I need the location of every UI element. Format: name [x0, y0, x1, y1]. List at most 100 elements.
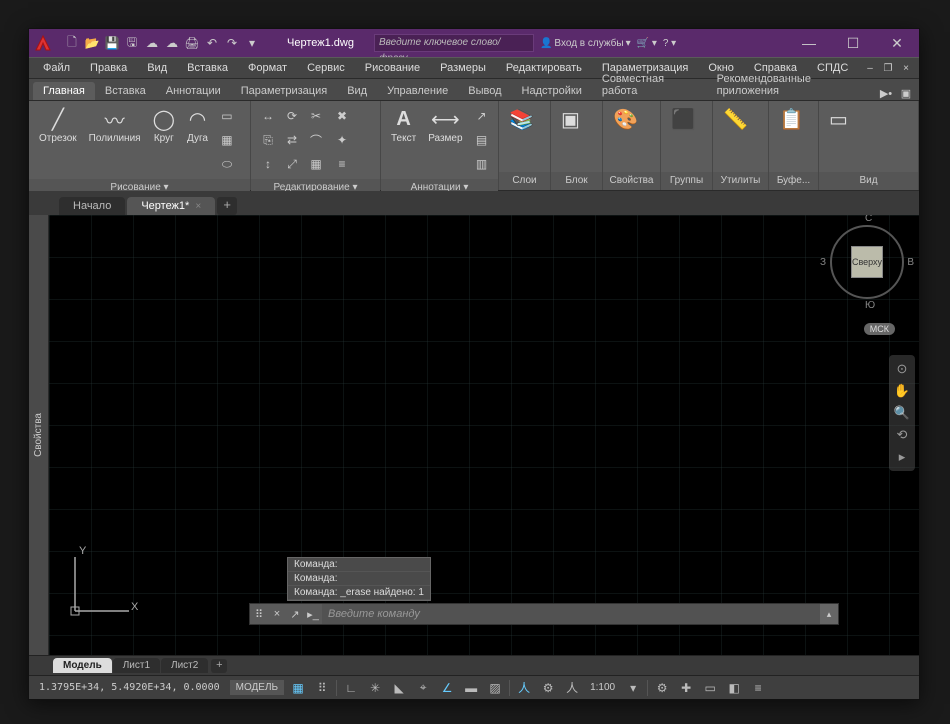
undo-icon[interactable]: ↶: [203, 34, 221, 52]
table-icon[interactable]: ▤: [471, 129, 493, 151]
panel-utilities-title[interactable]: Утилиты: [713, 172, 768, 190]
nav-orbit-icon[interactable]: ⟲: [897, 427, 908, 443]
ribbon-tab-output[interactable]: Вывод: [458, 82, 511, 100]
dimension-button[interactable]: ⟷Размер: [424, 105, 466, 146]
ribbon-tab-manage[interactable]: Управление: [377, 82, 458, 100]
otrack-toggle-icon[interactable]: ∠: [437, 679, 457, 697]
cmd-recent-icon[interactable]: ↗: [286, 608, 304, 621]
menu-file[interactable]: Файл: [33, 57, 80, 79]
menu-modify[interactable]: Редактировать: [496, 57, 592, 79]
plot-icon[interactable]: 🖨: [183, 34, 201, 52]
line-button[interactable]: ╱Отрезок: [35, 105, 81, 146]
layers-button[interactable]: 📚: [505, 105, 538, 133]
new-icon[interactable]: 🗋: [63, 34, 81, 52]
layout-tab-model[interactable]: Модель: [53, 658, 112, 673]
doc-tab-close-icon[interactable]: ×: [195, 201, 201, 212]
nav-pan-icon[interactable]: ✋: [894, 383, 910, 399]
nav-zoom-icon[interactable]: 🔍: [894, 405, 910, 421]
array-icon[interactable]: ▦: [305, 153, 327, 175]
mdi-close-icon[interactable]: ×: [897, 60, 915, 76]
explode-icon[interactable]: ✦: [331, 129, 353, 151]
search-input[interactable]: Введите ключевое слово/фразу: [374, 34, 534, 52]
help-icon[interactable]: ? ▾: [663, 38, 676, 49]
isolate-icon[interactable]: ◧: [724, 679, 744, 697]
grid-toggle-icon[interactable]: ▦: [288, 679, 308, 697]
rotate-icon[interactable]: ⟳: [281, 105, 303, 127]
snap-toggle-icon[interactable]: ⠿: [312, 679, 332, 697]
text-button[interactable]: AТекст: [387, 105, 420, 146]
nav-showmotion-icon[interactable]: ▸: [899, 449, 906, 465]
annotation-monitor-icon[interactable]: ✚: [676, 679, 696, 697]
annoauto-icon[interactable]: 人: [562, 679, 582, 697]
stretch-icon[interactable]: ↕: [257, 153, 279, 175]
hardware-accel-icon[interactable]: ▭: [700, 679, 720, 697]
properties-button[interactable]: 🎨: [609, 105, 642, 133]
lineweight-toggle-icon[interactable]: ▬: [461, 679, 481, 697]
osnap-toggle-icon[interactable]: ⌖: [413, 679, 433, 697]
viewcube-face-top[interactable]: Сверху: [851, 246, 883, 278]
workspace-switch-icon[interactable]: ⚙: [652, 679, 672, 697]
clipboard-button[interactable]: 📋: [775, 105, 808, 133]
trim-icon[interactable]: ✂: [305, 105, 327, 127]
doc-tab-current[interactable]: Чертеж1*×: [127, 197, 215, 215]
customize-status-icon[interactable]: ≡: [748, 679, 768, 697]
panel-layers-title[interactable]: Слои: [499, 172, 550, 190]
viewcube-west[interactable]: З: [820, 257, 826, 268]
nav-fullnav-icon[interactable]: ⊙: [897, 361, 908, 377]
menu-format[interactable]: Формат: [238, 57, 297, 79]
offset-icon[interactable]: ≡: [331, 153, 353, 175]
ribbon-tab-insert[interactable]: Вставка: [95, 82, 156, 100]
circle-button[interactable]: ◯Круг: [149, 105, 179, 146]
menu-edit[interactable]: Правка: [80, 57, 137, 79]
ribbon-tab-annotate[interactable]: Аннотации: [156, 82, 231, 100]
cloud-save-icon[interactable]: ☁: [163, 34, 181, 52]
ribbon-tab-addins[interactable]: Надстройки: [512, 82, 592, 100]
minimize-button[interactable]: —: [787, 29, 831, 57]
viewcube-ring[interactable]: Сверху С Ю В З: [830, 225, 904, 299]
ribbon-tab-parametric[interactable]: Параметризация: [231, 82, 337, 100]
layout-tab-sheet2[interactable]: Лист2: [161, 658, 208, 673]
field-icon[interactable]: ▥: [471, 153, 493, 175]
signin-button[interactable]: 👤 Вход в службы ▾: [540, 38, 631, 49]
menu-tools[interactable]: Сервис: [297, 57, 355, 79]
saveas-icon[interactable]: 🖫: [123, 34, 141, 52]
ribbon-tab-collaborate[interactable]: Совместная работа: [592, 70, 707, 100]
polar-toggle-icon[interactable]: ✳: [365, 679, 385, 697]
wcs-label[interactable]: МСК: [864, 323, 895, 335]
cmd-close-icon[interactable]: ×: [268, 608, 286, 620]
ellipse-icon[interactable]: ⬭: [216, 153, 238, 175]
groups-button[interactable]: ⬛: [667, 105, 700, 133]
exchange-icon[interactable]: 🛒 ▾: [637, 38, 657, 49]
view-button[interactable]: ▭: [825, 105, 852, 133]
mirror-icon[interactable]: ⇄: [281, 129, 303, 151]
menu-view[interactable]: Вид: [137, 57, 177, 79]
fillet-icon[interactable]: ⌒: [305, 129, 327, 151]
annoscale-icon[interactable]: 人: [514, 679, 534, 697]
panel-clipboard-title[interactable]: Буфе...: [769, 172, 818, 190]
ribbon-tab-view[interactable]: Вид: [337, 82, 377, 100]
save-icon[interactable]: 💾: [103, 34, 121, 52]
isodraft-toggle-icon[interactable]: ◣: [389, 679, 409, 697]
cloud-open-icon[interactable]: ☁: [143, 34, 161, 52]
transparency-toggle-icon[interactable]: ▨: [485, 679, 505, 697]
close-button[interactable]: ✕: [875, 29, 919, 57]
scale-readout[interactable]: 1:100: [586, 682, 619, 693]
coordinates-readout[interactable]: 1.3795E+34, 5.4920E+34, 0.0000: [33, 682, 226, 693]
app-logo[interactable]: [29, 29, 57, 57]
annovis-icon[interactable]: ⚙: [538, 679, 558, 697]
menu-insert[interactable]: Вставка: [177, 57, 238, 79]
ortho-toggle-icon[interactable]: ∟: [341, 679, 361, 697]
drawing-canvas[interactable]: Сверху С Ю В З МСК ⊙ ✋ 🔍 ⟲ ▸: [49, 215, 919, 655]
polyline-button[interactable]: 〰Полилиния: [85, 105, 145, 146]
panel-block-title[interactable]: Блок: [551, 172, 602, 190]
utilities-button[interactable]: 📏: [719, 105, 752, 133]
scale-dropdown-icon[interactable]: ▾: [623, 679, 643, 697]
arc-button[interactable]: ◠Дуга: [183, 105, 212, 146]
cmd-handle-icon[interactable]: ⠿: [250, 608, 268, 621]
panel-view-title[interactable]: Вид: [819, 172, 918, 190]
rectangle-icon[interactable]: ▭: [216, 105, 238, 127]
ribbon-tab-home[interactable]: Главная: [33, 82, 95, 100]
modelspace-button[interactable]: МОДЕЛЬ: [230, 680, 284, 695]
mdi-restore-icon[interactable]: ❐: [879, 60, 897, 76]
viewcube-south[interactable]: Ю: [865, 300, 875, 311]
